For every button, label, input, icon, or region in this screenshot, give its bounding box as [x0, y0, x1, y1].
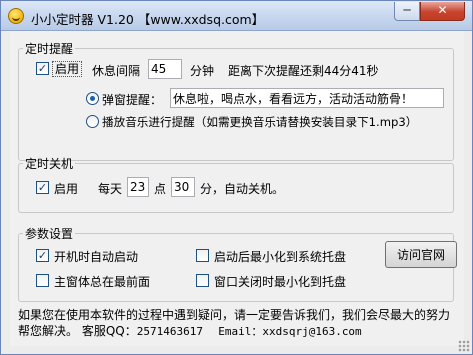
always-top-checkbox[interactable]	[36, 274, 49, 287]
footer-line-2: 帮您解决。 客服QQ：2571463617 Email：xxdsqrj@163.…	[18, 322, 458, 339]
autostart-checkbox[interactable]: ✓	[36, 249, 49, 262]
title-bar[interactable]: 小小定时器 V1.20 【www.xxdsq.com】 ─ ✕	[1, 1, 472, 31]
interval-unit: 分钟	[190, 64, 215, 78]
window-title: 小小定时器 V1.20 【www.xxdsq.com】	[31, 12, 265, 27]
shutdown-enable-checkbox[interactable]: ✓	[36, 181, 49, 194]
close-tray-label[interactable]: 窗口关闭时最小化到托盘	[214, 273, 346, 290]
footer-line-1: 如果您在使用本软件的过程中遇到疑问，请一定要告诉我们，我们会尽最大的努力	[18, 308, 451, 322]
resize-grip[interactable]	[458, 340, 470, 352]
close-button[interactable]: ✕	[420, 2, 465, 21]
visit-website-button[interactable]: 访问官网	[385, 241, 457, 268]
support-email: xxdsqrj@163.com	[262, 325, 362, 338]
interval-input[interactable]	[148, 59, 182, 79]
support-qq: 2571463617	[136, 325, 203, 338]
always-top-label[interactable]: 主窗体总在最前面	[54, 273, 150, 290]
minimize-button[interactable]: ─	[394, 2, 420, 21]
email-label: Email：	[218, 325, 263, 338]
minute-suffix: 分，自动关机。	[200, 182, 285, 196]
reminder-enable-checkbox[interactable]: ✓	[36, 62, 49, 75]
minute-input[interactable]	[171, 177, 195, 197]
countdown-text: 距离下次提醒还剩44分41秒	[228, 64, 379, 78]
minimize-tray-label[interactable]: 启动后最小化到系统托盘	[214, 248, 346, 265]
shutdown-enable-label[interactable]: 启用	[54, 180, 78, 197]
reminder-enable-label[interactable]: 启用	[52, 61, 83, 77]
interval-label: 休息间隔	[92, 64, 141, 78]
hour-unit: 点	[154, 182, 167, 196]
smiley-app-icon	[8, 8, 24, 24]
daily-label: 每天	[98, 182, 123, 196]
hour-input[interactable]	[127, 177, 149, 197]
close-tray-checkbox[interactable]	[196, 274, 209, 287]
client-area: 定时提醒 ✓ 启用 休息间隔 分钟 距离下次提醒还剩44分41秒 弹窗提醒： 播…	[10, 31, 464, 346]
settings-legend: 参数设置	[25, 227, 74, 241]
music-label[interactable]: 播放音乐进行提醒（如需更换音乐请替换安装目录下1.mp3）	[102, 114, 417, 130]
minimize-tray-checkbox[interactable]	[196, 249, 209, 262]
support-prefix: 帮您解决。 客服QQ：	[18, 324, 137, 338]
app-window: 小小定时器 V1.20 【www.xxdsq.com】 ─ ✕ 定时提醒 ✓ 启…	[0, 0, 473, 355]
popup-radio[interactable]	[86, 92, 99, 105]
reminder-legend: 定时提醒	[25, 42, 74, 56]
music-radio[interactable]	[86, 115, 99, 128]
popup-label[interactable]: 弹窗提醒：	[102, 91, 162, 108]
shutdown-legend: 定时关机	[25, 157, 74, 171]
autostart-label[interactable]: 开机时自动启动	[54, 248, 138, 265]
popup-message-input[interactable]	[170, 88, 444, 108]
